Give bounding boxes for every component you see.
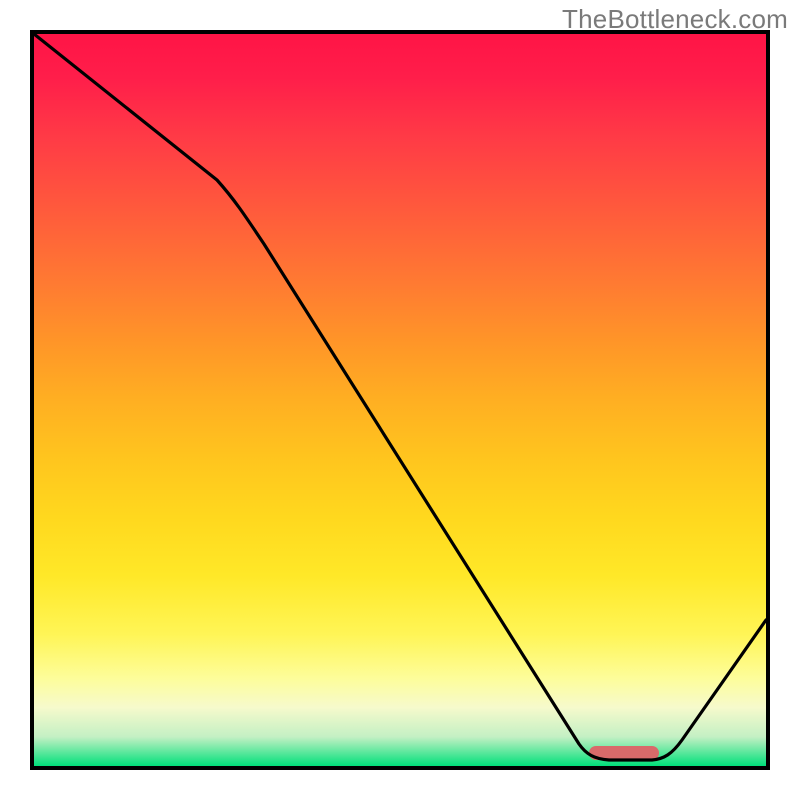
bottleneck-curve-line xyxy=(34,34,766,760)
watermark-text: TheBottleneck.com xyxy=(562,4,788,35)
chart-overlay xyxy=(34,34,766,766)
chart-container: TheBottleneck.com xyxy=(0,0,800,800)
